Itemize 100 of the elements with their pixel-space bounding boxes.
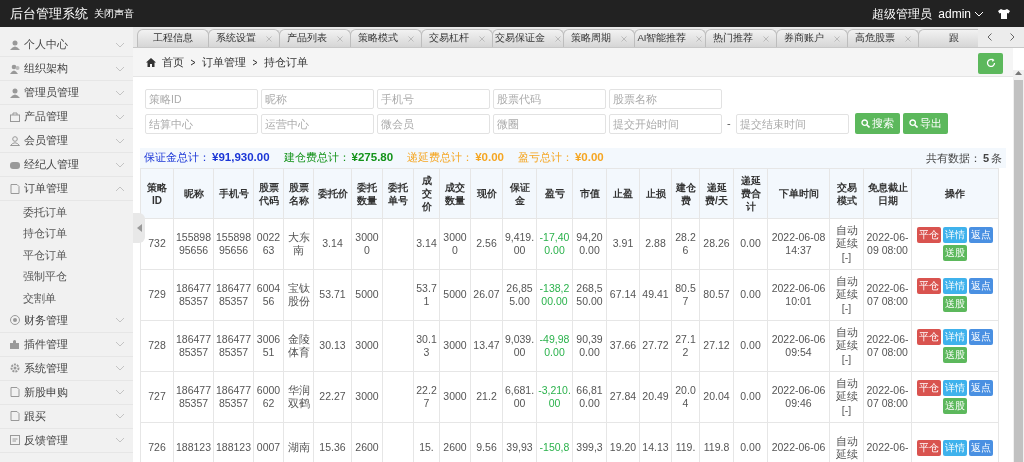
- tab[interactable]: 交易杠杆: [421, 29, 493, 47]
- sidebar-item[interactable]: 会员管理: [0, 129, 133, 153]
- input-field[interactable]: 提交开始时间: [609, 113, 722, 134]
- table-cell: 2600: [443, 441, 467, 454]
- sound-toggle-link[interactable]: 关闭声音: [94, 6, 134, 21]
- sidebar-item[interactable]: 管理员管理: [0, 81, 133, 105]
- breadcrumb-item[interactable]: 首页: [162, 53, 184, 71]
- sidebar-subitem[interactable]: 交割单: [0, 287, 133, 309]
- chevron-left-icon[interactable]: [987, 33, 992, 41]
- close-icon[interactable]: [696, 35, 703, 42]
- sidebar-item[interactable]: 订单管理: [0, 177, 133, 201]
- sidebar-item[interactable]: 插件管理: [0, 332, 133, 357]
- tab[interactable]: 跟: [918, 29, 978, 47]
- table-cell: 15589895656: [175, 230, 211, 256]
- mode-link[interactable]: [-]: [841, 403, 852, 418]
- sidebar-item[interactable]: 跟买: [0, 404, 133, 429]
- sidebar-subitem[interactable]: 持仓订单: [0, 222, 133, 244]
- user-icon: [10, 39, 20, 50]
- input-field[interactable]: 微圈: [493, 113, 606, 134]
- sidebar-item[interactable]: 组织架构: [0, 57, 133, 81]
- table-cell: 37.66: [609, 339, 637, 352]
- summary-total: 保证金总计： ¥91,930.00: [144, 150, 270, 166]
- mode-link[interactable]: [-]: [841, 301, 852, 316]
- table-cell: -17,400.00: [539, 230, 570, 256]
- mode-link[interactable]: [-]: [841, 352, 852, 367]
- tshirt-icon[interactable]: [998, 8, 1010, 19]
- tab[interactable]: 工程信息: [137, 29, 209, 47]
- table-cell: 自动延续: [834, 274, 859, 302]
- sidebar-item[interactable]: 新股申购: [0, 380, 133, 405]
- input-field[interactable]: 手机号: [377, 89, 490, 109]
- table-cell: 18647785357: [215, 332, 251, 358]
- close-icon[interactable]: [266, 35, 272, 42]
- action-button[interactable]: 平仓: [917, 440, 941, 456]
- refresh-icon: [985, 58, 996, 68]
- table-cell: 0.00: [740, 288, 761, 301]
- input-field[interactable]: 策略ID: [145, 89, 258, 109]
- chevron-right-icon[interactable]: [1010, 33, 1015, 41]
- input-field[interactable]: 股票名称: [609, 89, 722, 109]
- document-icon: [10, 387, 20, 397]
- table-cell: 20.04: [675, 383, 696, 409]
- table-cell: 728: [148, 339, 166, 352]
- refresh-button[interactable]: [978, 52, 1003, 74]
- table-cell: 0.00: [740, 339, 761, 352]
- app-title: 后台管理系统: [10, 4, 88, 23]
- tab[interactable]: 热门推荐: [705, 29, 777, 47]
- table-cell: -150,8: [539, 441, 570, 454]
- tab[interactable]: 策略周期: [563, 29, 635, 47]
- close-icon[interactable]: [408, 35, 414, 42]
- action-button[interactable]: 平仓: [917, 278, 941, 294]
- close-icon[interactable]: [905, 35, 911, 42]
- tab[interactable]: 高危股票: [847, 29, 919, 47]
- user-menu[interactable]: admin: [938, 4, 984, 23]
- tab[interactable]: 产品列表: [279, 29, 351, 47]
- sidebar-subitem[interactable]: 平仓订单: [0, 244, 133, 266]
- close-icon[interactable]: [834, 35, 840, 42]
- table-cell: 自动延续: [834, 325, 859, 353]
- sidebar-subitem[interactable]: 强制平仓: [0, 265, 133, 287]
- table-cell: 26.07: [473, 288, 500, 301]
- close-icon[interactable]: [763, 35, 769, 42]
- table-cell: 90,390.00: [576, 332, 603, 358]
- close-icon[interactable]: [621, 35, 627, 42]
- table-cell: 22.27: [416, 383, 437, 409]
- input-field[interactable]: 微会员: [377, 113, 490, 134]
- sidebar-item[interactable]: 反馈管理: [0, 428, 133, 453]
- sidebar-item[interactable]: 经纪人管理: [0, 153, 133, 177]
- mode-link[interactable]: [-]: [841, 250, 852, 265]
- table-cell: 3000: [355, 390, 379, 403]
- tab[interactable]: 交易保证金: [492, 29, 564, 47]
- tab[interactable]: 券商账户: [776, 29, 848, 47]
- close-icon[interactable]: [555, 35, 561, 42]
- table-cell: 5000: [355, 288, 379, 301]
- input-field[interactable]: 结算中心: [145, 113, 258, 134]
- tab[interactable]: AI智能推荐: [634, 29, 706, 47]
- tab[interactable]: 系统设置: [208, 29, 280, 47]
- column-header: 委托单号: [382, 168, 414, 219]
- table-cell: 0.00: [740, 441, 761, 454]
- action-button[interactable]: 平仓: [917, 380, 941, 396]
- action-button[interactable]: 平仓: [917, 227, 941, 243]
- close-icon[interactable]: [479, 35, 485, 42]
- document-icon: [10, 411, 20, 421]
- sidebar-collapse-handle[interactable]: [133, 213, 145, 243]
- action-button[interactable]: 平仓: [917, 329, 941, 345]
- sidebar-item[interactable]: 财务管理: [0, 308, 133, 333]
- sidebar-subitem[interactable]: 委托订单: [0, 201, 133, 223]
- close-icon[interactable]: [337, 35, 343, 42]
- input-field[interactable]: 提交结束时间: [735, 113, 849, 134]
- sidebar-item[interactable]: 系统管理: [0, 356, 133, 381]
- table-cell: 20.49: [642, 390, 669, 403]
- breadcrumb-item[interactable]: 订单管理: [202, 53, 246, 71]
- table-cell: 9.56: [476, 441, 497, 454]
- table-cell: 3.14: [322, 237, 343, 250]
- column-header: 市值: [572, 168, 607, 219]
- input-field[interactable]: 运营中心: [261, 113, 374, 134]
- tab[interactable]: 策略模式: [350, 29, 422, 47]
- scrollbar[interactable]: [1013, 70, 1024, 462]
- search-icon: [860, 119, 870, 128]
- table-cell: 600456: [256, 281, 281, 307]
- input-field[interactable]: 股票代码: [493, 89, 606, 109]
- sidebar-item[interactable]: 产品管理: [0, 105, 133, 129]
- input-field[interactable]: 昵称: [261, 89, 374, 109]
